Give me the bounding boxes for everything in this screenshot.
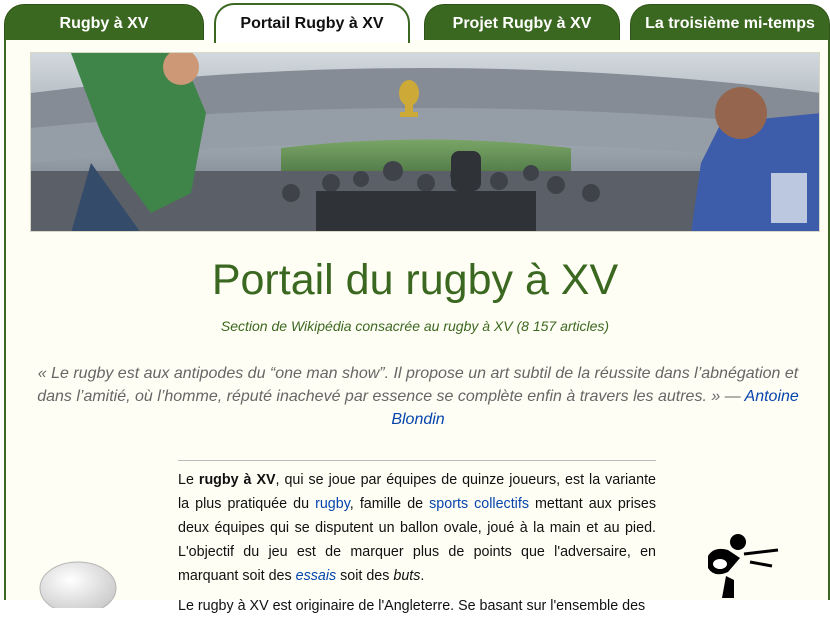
tab-troisieme-mi-temps[interactable]: La troisième mi-temps [630, 4, 830, 42]
portal-tabs: Rugby à XV Portail Rugby à XV Projet Rug… [0, 0, 830, 43]
section-divider [178, 460, 656, 461]
tab-portail-rugby-a-xv[interactable]: Portail Rugby à XV [214, 3, 410, 43]
tab-label: Projet Rugby à XV [452, 14, 592, 32]
portal-banner-image [30, 52, 820, 232]
tab-label: Rugby à XV [59, 14, 149, 32]
tab-rugby-a-xv[interactable]: Rugby à XV [4, 4, 204, 42]
tab-label: Portail Rugby à XV [240, 15, 384, 32]
link-sports-collectifs[interactable]: sports collectifs [429, 496, 529, 512]
portal-subtitle: Section de Wikipédia consacrée au rugby … [220, 318, 610, 334]
link-rugby[interactable]: rugby [315, 496, 350, 512]
intro-text: . [420, 568, 425, 584]
portal-quote: « Le rugby est aux antipodes du “one man… [30, 362, 806, 431]
rugby-player-pictogram-icon [708, 534, 779, 598]
tab-projet-rugby-a-xv[interactable]: Projet Rugby à XV [424, 4, 620, 42]
intro-text: Le [178, 472, 199, 488]
intro-text: soit des [336, 568, 394, 584]
portal-title: Portail du rugby à XV [211, 256, 619, 304]
intro-text: , famille de [349, 496, 430, 512]
intro-bold-term: rugby à XV [198, 472, 276, 488]
intro-paragraph: Le rugby à XV, qui se joue par équipes d… [178, 468, 656, 618]
rugby-ball-icon [39, 561, 117, 608]
link-essais[interactable]: essais [296, 568, 337, 584]
intro-italic-buts: buts [393, 568, 421, 584]
tab-label: La troisième mi-temps [645, 14, 815, 32]
quote-text: « Le rugby est aux antipodes du “one man… [37, 365, 799, 405]
